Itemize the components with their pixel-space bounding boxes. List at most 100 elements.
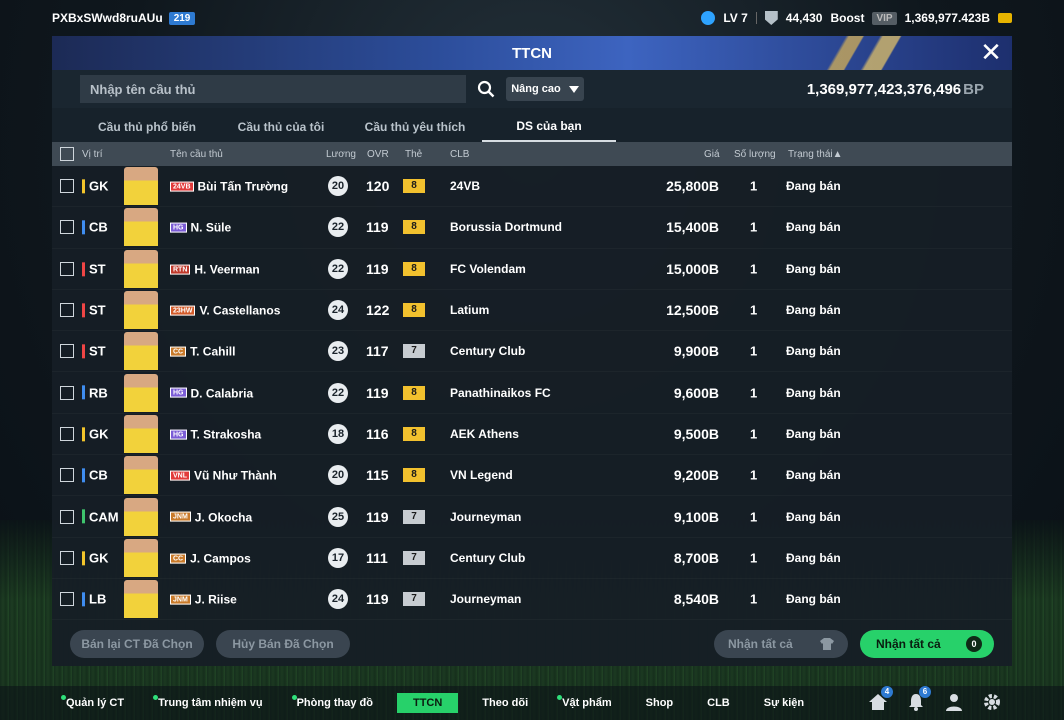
nav-item[interactable]: Phòng thay đồ [287, 693, 383, 713]
row-checkbox[interactable] [60, 303, 74, 318]
table-row[interactable]: RB HG D. Calabria 22 119 8 Panathinaikos … [52, 372, 1012, 413]
row-checkbox[interactable] [60, 426, 74, 441]
club-name: FC Volendam [450, 261, 526, 276]
nav-item[interactable]: Quản lý CT [56, 693, 134, 713]
table-row[interactable]: CB VNL Vũ Như Thành 20 115 8 VN Legend 9,… [52, 455, 1012, 496]
table-row[interactable]: LB JNM J. Riise 24 119 7 Journeyman 8,540… [52, 579, 1012, 620]
col-wage[interactable]: Lương [326, 149, 356, 160]
player-search-input[interactable] [80, 75, 466, 103]
position-text: RB [89, 385, 108, 401]
table-row[interactable]: ST RTN H. Veerman 22 119 8 FC Volendam 15… [52, 249, 1012, 290]
col-price[interactable]: Giá [704, 149, 720, 160]
player-avatar [124, 580, 158, 619]
player-name[interactable]: J. Riise [195, 593, 237, 607]
player-name-cell: JNM J. Riise [170, 592, 237, 607]
col-name[interactable]: Tên cầu thủ [170, 149, 223, 160]
player-name[interactable]: Vũ Như Thành [194, 469, 277, 483]
position-cell: CB [82, 220, 108, 235]
status-text: Đang bán [786, 592, 841, 607]
price-value: 15,400B [666, 219, 719, 236]
nav-item-label: CLB [707, 697, 730, 709]
nav-item[interactable]: Vật phẩm [552, 693, 622, 713]
row-checkbox[interactable] [60, 220, 74, 235]
col-card[interactable]: Thẻ [405, 149, 422, 160]
tab-favorite-players[interactable]: Cầu thủ yêu thích [348, 112, 482, 142]
row-checkbox[interactable] [60, 344, 74, 359]
player-name[interactable]: T. Cahill [190, 345, 235, 359]
person-icon[interactable] [944, 692, 964, 712]
table-row[interactable]: ST 23HW V. Castellanos 24 122 8 Latium 12… [52, 290, 1012, 331]
close-button[interactable]: ✕ [978, 39, 1004, 66]
player-name[interactable]: D. Calabria [191, 386, 254, 400]
card-grade: 8 [403, 468, 425, 483]
player-name-cell: 23HW V. Castellanos [170, 303, 280, 317]
player-name-cell: HG T. Strakosha [170, 427, 262, 441]
row-checkbox[interactable] [60, 550, 74, 565]
position-color-bar [82, 385, 85, 400]
level-text: LV 7 [723, 11, 748, 25]
select-all-checkbox[interactable] [60, 147, 74, 161]
resell-selected-button[interactable]: Bán lại CT Đã Chọn [70, 630, 204, 658]
card-grade: 7 [403, 550, 425, 565]
nav-item[interactable]: Shop [636, 693, 684, 713]
season-badge: HG [170, 222, 187, 233]
gear-icon[interactable] [982, 692, 1002, 712]
nav-item[interactable]: Theo dõi [472, 693, 538, 713]
row-checkbox[interactable] [60, 592, 74, 607]
player-name[interactable]: J. Campos [190, 551, 251, 565]
col-quantity[interactable]: Số lượng [734, 149, 776, 160]
row-checkbox[interactable] [60, 509, 74, 524]
col-ovr[interactable]: OVR [367, 149, 389, 160]
bell-icon[interactable]: 6 [906, 686, 931, 712]
table-row[interactable]: GK 24VB Bùi Tấn Trường 20 120 8 24VB 25,8… [52, 166, 1012, 207]
player-avatar [124, 538, 158, 577]
nav-item[interactable]: CLB [697, 693, 740, 713]
player-name[interactable]: N. Süle [191, 221, 232, 235]
player-name[interactable]: H. Veerman [194, 262, 259, 276]
player-name[interactable]: T. Strakosha [191, 427, 262, 441]
position-color-bar [82, 220, 85, 235]
quantity-value: 1 [750, 591, 758, 607]
collect-all-disabled-button[interactable]: Nhận tất cả [714, 630, 848, 658]
col-status[interactable]: Trạng thái▲ [788, 149, 843, 160]
boost-label[interactable]: Boost [830, 11, 864, 25]
tab-my-listings[interactable]: DS của bạn [482, 112, 616, 142]
row-checkbox[interactable] [60, 468, 74, 483]
advanced-search-button[interactable]: Nâng cao [506, 77, 584, 101]
club-name: Century Club [450, 550, 526, 565]
tab-popular-players[interactable]: Cầu thủ phổ biến [80, 112, 214, 142]
nav-item[interactable]: Sự kiện [754, 693, 814, 713]
col-position[interactable]: Vị trí [82, 149, 103, 160]
ovr-value: 119 [366, 591, 389, 608]
season-badge: RTN [170, 264, 191, 275]
cancel-selected-button[interactable]: Hủy Bán Đã Chọn [216, 630, 350, 658]
position-cell: RB [82, 385, 108, 400]
table-row[interactable]: GK HG T. Strakosha 18 116 8 AEK Athens 9,… [52, 414, 1012, 455]
table-row[interactable]: ST CC T. Cahill 23 117 7 Century Club 9,9… [52, 331, 1012, 372]
row-checkbox[interactable] [60, 261, 74, 276]
collect-disabled-label: Nhận tất cả [728, 637, 793, 651]
row-checkbox[interactable] [60, 179, 74, 194]
action-bar: Bán lại CT Đã Chọn Hủy Bán Đã Chọn Nhận … [52, 622, 1012, 666]
player-avatar [124, 167, 158, 206]
tab-my-players[interactable]: Cầu thủ của tôi [214, 112, 348, 142]
player-name[interactable]: J. Okocha [195, 510, 252, 524]
col-club[interactable]: CLB [450, 149, 469, 160]
nav-item[interactable]: Trung tâm nhiệm vụ [148, 693, 273, 713]
player-name[interactable]: V. Castellanos [199, 303, 280, 317]
table-row[interactable]: GK CC J. Campos 17 111 7 Century Club 8,7… [52, 538, 1012, 579]
bell-badge: 6 [919, 686, 931, 698]
player-avatar [124, 208, 158, 247]
table-row[interactable]: CAM JNM J. Okocha 25 119 7 Journeyman 9,1… [52, 496, 1012, 537]
row-checkbox[interactable] [60, 385, 74, 400]
player-name[interactable]: Bùi Tấn Trường [198, 180, 289, 194]
nav-item[interactable]: TTCN [396, 693, 459, 713]
player-name-cell: JNM J. Okocha [170, 509, 252, 524]
home-badge: 4 [881, 686, 893, 698]
home-icon[interactable]: 4 [868, 686, 893, 712]
user-tag: 219 [168, 11, 196, 25]
search-button[interactable] [466, 75, 506, 103]
table-row[interactable]: CB HG N. Süle 22 119 8 Borussia Dortmund … [52, 207, 1012, 248]
collect-all-button[interactable]: Nhận tất cả 0 [860, 630, 994, 658]
club-name: AEK Athens [450, 426, 519, 441]
